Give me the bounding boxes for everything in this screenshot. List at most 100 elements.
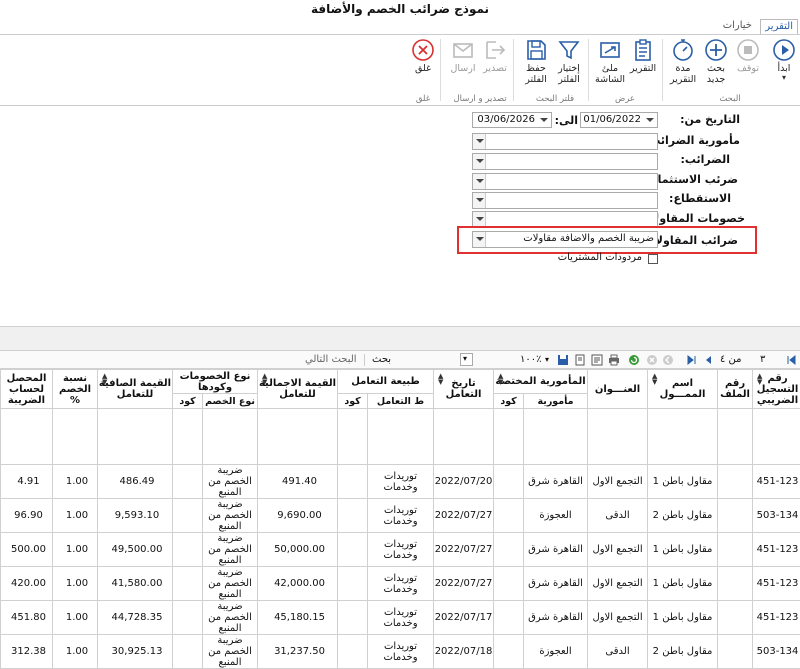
investment-tax-select[interactable] <box>472 173 658 190</box>
chevron-down-icon[interactable]: ▾ <box>545 353 549 367</box>
cell-pct: 1.00 <box>53 601 98 635</box>
last-page-icon[interactable] <box>686 354 698 366</box>
table-row[interactable]: 59451-123مقاول باطن 1التجمع الاولالقاهرة… <box>1 567 800 601</box>
table-row[interactable]: 58451-123مقاول باطن 1التجمع الاولالقاهرة… <box>1 533 800 567</box>
zoom-value[interactable]: ١٠٠٪ <box>520 353 542 367</box>
col-financier-name-header[interactable]: ▲▼اسم الممـــول <box>648 370 718 409</box>
date-to-label: الى: <box>555 114 578 127</box>
report-navigation-bar: ٣ من ٤ ▾ ١٠٠٪ ▾ بحث البحث التالي <box>0 350 800 369</box>
ribbon-separator <box>662 39 663 101</box>
tab-options[interactable]: خيارات <box>719 19 756 35</box>
export-button[interactable]: تصدير <box>477 38 513 94</box>
deduction-select[interactable] <box>472 192 658 209</box>
next-page-icon[interactable] <box>702 354 714 366</box>
tax-office-select[interactable] <box>472 133 658 150</box>
stop-button[interactable]: توقف <box>730 38 766 94</box>
col-address-header[interactable]: العنـــوان <box>588 370 648 409</box>
page-count-label: من ٤ <box>720 353 742 367</box>
cell-office-code <box>494 499 524 533</box>
table-row[interactable]: 61503-134مقاول باطن 2الدقىالعجوزة2022/07… <box>1 635 800 669</box>
back-icon[interactable] <box>662 354 674 366</box>
chevron-down-icon[interactable] <box>473 232 486 247</box>
col-discount-pct-header[interactable]: نسبة الخصم % <box>53 370 98 409</box>
cell-reg: 451-123 <box>753 567 800 601</box>
cell-date: 2022/07/18 <box>434 635 494 669</box>
cell-dtype: ضريبة الخصم من المنبع <box>203 465 258 499</box>
date-to-input[interactable]: 03/06/2026 <box>472 112 552 128</box>
find-next-button[interactable]: البحث التالي <box>305 353 357 367</box>
col-nature-code-subheader[interactable]: كود <box>338 394 368 409</box>
start-button[interactable]: ابدأ ▾ <box>766 38 800 94</box>
cell-date: 2022/07/27 <box>434 567 494 601</box>
chevron-down-icon[interactable] <box>473 193 486 208</box>
new-search-button[interactable]: بحث جديد <box>698 38 734 94</box>
chevron-down-icon[interactable] <box>473 174 486 189</box>
contractor-taxes-select[interactable]: ضريبة الخصم والاضافة مقاولات <box>472 231 658 248</box>
search-label[interactable]: بحث <box>372 353 391 367</box>
print-icon[interactable] <box>608 354 620 366</box>
send-button[interactable]: ارسال <box>445 38 481 94</box>
cell-reg: 503-134 <box>753 635 800 669</box>
cell-address: الدقى <box>588 499 648 533</box>
date-from-input[interactable]: 01/06/2022 <box>580 112 658 128</box>
chevron-down-icon[interactable] <box>473 154 486 169</box>
col-office-code-subheader[interactable]: كود <box>494 394 524 409</box>
col-file-no-header[interactable]: رقم الملف <box>718 370 753 409</box>
cell-address: التجمع الاول <box>588 601 648 635</box>
tab-report[interactable]: التقرير <box>760 19 798 35</box>
cell-office: العجوزة <box>524 635 588 669</box>
col-discount-code-subheader[interactable]: كود <box>173 394 203 409</box>
chevron-down-icon[interactable] <box>644 114 656 126</box>
table-row[interactable]: 60451-123مقاول باطن 1التجمع الاولالقاهرة… <box>1 601 800 635</box>
col-discount-type-header[interactable]: نوع الخصومات وكودها <box>173 370 258 394</box>
cell-nature-code <box>338 499 368 533</box>
cell-nature-code <box>338 465 368 499</box>
print-layout-icon[interactable] <box>591 354 603 366</box>
filter-select-button[interactable]: إختيار الفلتر <box>551 38 587 94</box>
cell-pct: 1.00 <box>53 499 98 533</box>
table-spacer-row <box>1 409 800 465</box>
page-setup-icon[interactable] <box>574 354 586 366</box>
chevron-down-icon[interactable] <box>538 114 550 126</box>
first-page-icon[interactable] <box>785 354 797 366</box>
cell-file <box>718 499 753 533</box>
cell-name: مقاول باطن 1 <box>648 465 718 499</box>
col-competent-office-header[interactable]: ▲▼المأمورية المختصة <box>494 370 588 394</box>
close-button[interactable]: غلق <box>405 38 441 94</box>
col-nature-subheader[interactable]: ط التعامل <box>368 394 434 409</box>
table-row[interactable]: 57503-134مقاول باطن 2الدقىالعجوزة2022/07… <box>1 499 800 533</box>
col-office-subheader[interactable]: مأمورية <box>524 394 588 409</box>
chevron-down-icon[interactable] <box>473 134 486 149</box>
ribbon-toolbar: ابدأ ▾ توقف بحث جديد مدة التقرير البحث ا… <box>0 34 800 106</box>
report-button[interactable]: التقرير <box>625 38 661 94</box>
col-total-value-header[interactable]: ▲▼القيمة الاجمالية للتعامل <box>258 370 338 409</box>
col-tax-reg-header[interactable]: ▲▼رقم التسجيل الضريبي <box>753 370 800 409</box>
cell-date: 2022/07/17 <box>434 601 494 635</box>
purchase-returns-checkbox[interactable] <box>648 254 658 264</box>
current-page[interactable]: ٣ <box>760 353 765 367</box>
cell-nature: توريدات وخدمات <box>368 635 434 669</box>
chevron-down-icon[interactable] <box>473 212 486 227</box>
cell-net: 49,500.00 <box>98 533 173 567</box>
filter-icon <box>557 38 581 62</box>
col-transaction-nature-header[interactable]: طبيعة التعامل <box>338 370 434 394</box>
full-screen-button[interactable]: ملئ الشاشة <box>592 38 628 94</box>
taxes-select[interactable] <box>472 153 658 170</box>
cell-total: 45,180.15 <box>258 601 338 635</box>
col-transaction-date-header[interactable]: ▲▼تاريخ التعامل <box>434 370 494 409</box>
taxes-label: الضرائب: <box>680 153 730 166</box>
stop-render-icon[interactable] <box>646 354 658 366</box>
cell-office-code <box>494 465 524 499</box>
ribbon-tabs: التقرير خيارات <box>0 18 800 35</box>
zoom-dropdown[interactable]: ▾ <box>460 353 473 366</box>
table-row[interactable]: 56451-123مقاول باطن 1التجمع الاولالقاهرة… <box>1 465 800 499</box>
col-collected-header[interactable]: المحصل لحساب الضريبة <box>1 370 53 409</box>
col-net-value-header[interactable]: ▲▼القيمة الصافية للتعامل <box>98 370 173 409</box>
export-save-icon[interactable] <box>557 354 569 366</box>
window-title: نموذج ضرائب الخصم والأضافة <box>0 0 800 18</box>
save-filter-button[interactable]: حفظ الفلتر <box>518 38 554 94</box>
deduction-label: الاستقطاع: <box>669 192 731 205</box>
col-discount-type-subheader[interactable]: نوع الخصم <box>203 394 258 409</box>
refresh-icon[interactable] <box>628 354 640 366</box>
report-duration-button[interactable]: مدة التقرير <box>665 38 701 94</box>
